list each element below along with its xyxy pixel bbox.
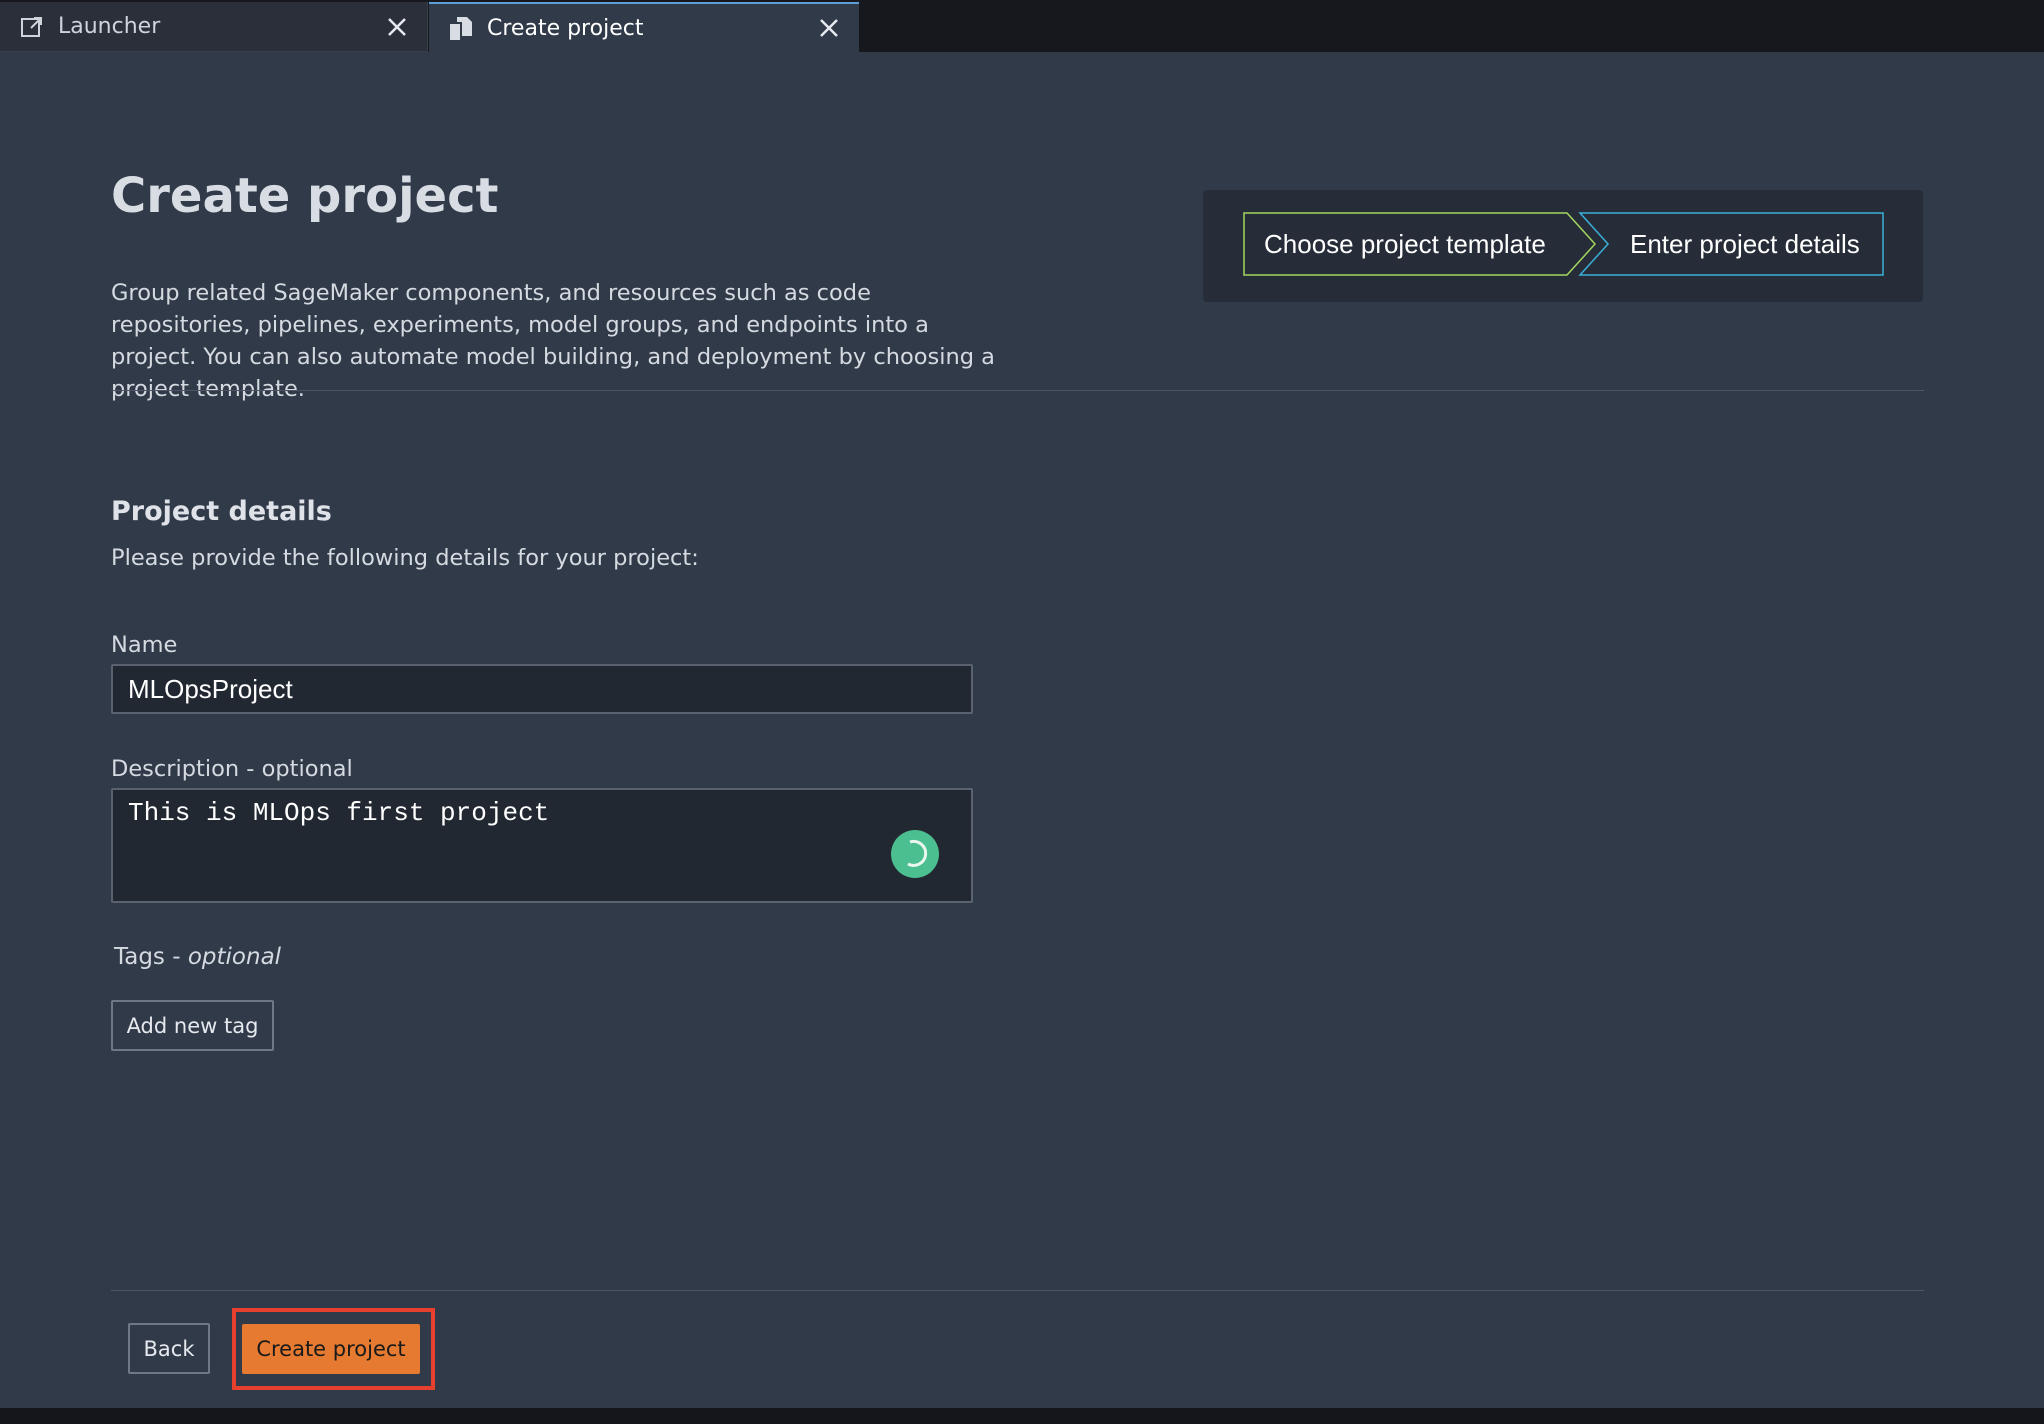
page-description: Group related SageMaker components, and …: [111, 280, 995, 402]
close-icon[interactable]: [809, 8, 849, 48]
step-enter-details[interactable]: Enter project details: [1580, 213, 1860, 275]
name-label: Name: [111, 632, 178, 658]
loading-spinner-icon: [891, 830, 939, 878]
footer-divider: [111, 1290, 1924, 1291]
tags-label-text: Tags -: [114, 944, 188, 970]
tab-launcher[interactable]: Launcher: [0, 2, 428, 52]
description-label: Description - optional: [111, 756, 353, 782]
tab-launcher-label: Launcher: [58, 14, 161, 39]
wizard-stepper: Choose project template Enter project de…: [1203, 190, 1923, 302]
back-button[interactable]: Back: [128, 1323, 210, 1374]
external-link-icon: [18, 13, 46, 41]
tags-optional-text: optional: [187, 944, 282, 970]
tab-create-project[interactable]: Create project: [429, 2, 859, 52]
header-divider: [111, 390, 1924, 391]
add-new-tag-button[interactable]: Add new tag: [111, 1000, 274, 1051]
status-bar: [0, 1408, 2044, 1424]
tags-label: Tags - optional: [114, 944, 281, 970]
section-subtitle: Please provide the following details for…: [111, 545, 699, 571]
name-input[interactable]: [111, 664, 973, 714]
section-title: Project details: [111, 496, 332, 527]
tab-bar: Launcher Create project: [0, 0, 2044, 52]
description-textarea[interactable]: This is MLOps first project: [111, 788, 973, 903]
app-window: Launcher Create project Create project G…: [0, 0, 2044, 1424]
create-project-button[interactable]: Create project: [242, 1324, 420, 1374]
page-title: Create project: [111, 168, 499, 224]
tab-create-project-label: Create project: [487, 15, 644, 41]
project-icon: [447, 14, 475, 42]
close-icon[interactable]: [377, 7, 417, 47]
step-choose-template[interactable]: Choose project template: [1244, 213, 1546, 275]
